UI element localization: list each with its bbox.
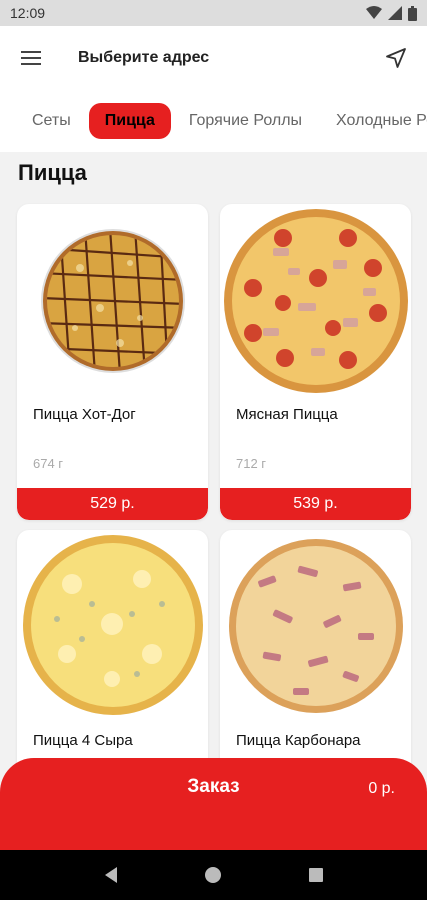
location-button[interactable] [381, 43, 411, 73]
back-triangle-icon [105, 867, 118, 883]
menu-button[interactable] [16, 43, 46, 73]
order-label: Заказ [187, 776, 240, 797]
product-price-button[interactable]: 539 р. [220, 488, 411, 520]
recents-square-icon [308, 868, 323, 882]
hamburger-icon [21, 51, 41, 65]
navigation-arrow-icon [386, 48, 406, 68]
pizza-meat-image [223, 209, 408, 393]
product-card[interactable]: Мясная Пицца 712 г 539 р. [220, 204, 411, 520]
signal-icon [388, 6, 402, 20]
status-time: 12:09 [10, 5, 46, 21]
order-button[interactable]: Заказ 0 р. [0, 758, 427, 850]
order-total: 0 р. [368, 780, 395, 797]
home-circle-icon [205, 867, 222, 883]
wifi-icon [366, 6, 382, 19]
product-card[interactable]: Пицца Хот-Дог 674 г 529 р. [17, 204, 208, 520]
product-weight: 712 г [236, 456, 267, 471]
product-price-button[interactable]: 529 р. [17, 488, 208, 520]
category-tabs: Сеты Пицца Горячие Роллы Холодные Роллы [0, 90, 427, 152]
product-name: Пицца Хот-Дог [33, 406, 136, 423]
back-button[interactable] [91, 855, 131, 895]
product-name: Пицца Карбонара [236, 732, 361, 749]
tab-cold-rolls[interactable]: Холодные Роллы [320, 103, 427, 139]
pizza-hotdog-image [40, 229, 185, 373]
tab-hot-rolls[interactable]: Горячие Роллы [173, 103, 318, 139]
tab-pizza[interactable]: Пицца [88, 103, 171, 139]
status-icons [366, 5, 417, 21]
section-title: Пицца [18, 160, 87, 185]
pizza-carbonara-image [228, 539, 403, 713]
system-nav-bar [0, 850, 427, 900]
pizza-four-cheese-image [22, 535, 203, 715]
app-bar: Выберите адрес [0, 26, 427, 90]
battery-icon [408, 5, 417, 21]
recents-button[interactable] [296, 855, 336, 895]
status-bar: 12:09 [0, 0, 427, 26]
product-weight: 674 г [33, 456, 64, 471]
product-name: Пицца 4 Сыра [33, 732, 133, 749]
product-name: Мясная Пицца [236, 406, 338, 423]
address-selector[interactable]: Выберите адрес [78, 49, 209, 67]
tab-sets[interactable]: Сеты [16, 103, 87, 139]
home-button[interactable] [193, 855, 233, 895]
